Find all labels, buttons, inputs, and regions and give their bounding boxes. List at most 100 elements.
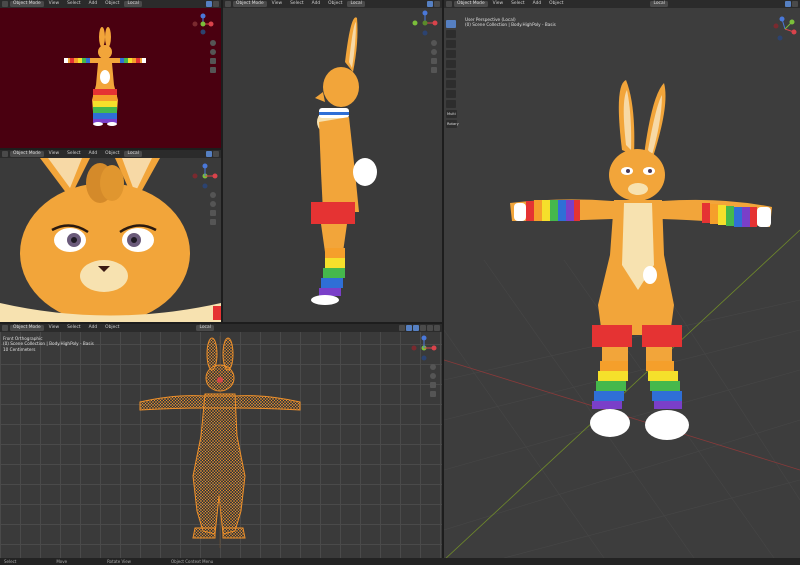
viewport-mid-left[interactable]: Object Mode View Select Add Object Local: [0, 150, 221, 322]
mode-select[interactable]: Object Mode: [10, 325, 44, 331]
status-context-menu-hint: Object Context Menu: [170, 559, 214, 564]
grid-icon[interactable]: [210, 67, 216, 73]
menu-add[interactable]: Add: [309, 0, 324, 8]
orientation-select[interactable]: Local: [347, 1, 365, 7]
editor-type-icon[interactable]: [2, 1, 8, 7]
viewport-top-left[interactable]: Object Mode View Select Add Object Local: [0, 0, 221, 148]
editor-type-icon[interactable]: [225, 1, 231, 7]
menu-select[interactable]: Select: [64, 324, 84, 332]
viewport-header: Object Mode View Select Add Object Local: [223, 0, 442, 8]
camera-icon[interactable]: [210, 210, 216, 216]
axis-gizmo[interactable]: [191, 162, 219, 190]
viewport-header: Object Mode View Select Add Object Local: [444, 0, 800, 8]
zoom-icon[interactable]: [431, 40, 437, 46]
navigation-controls: [431, 40, 437, 73]
character-front-small: [64, 27, 146, 126]
camera-icon[interactable]: [430, 382, 436, 388]
viewport-info: User Perspective (Local) (0) Scene Colle…: [465, 17, 556, 28]
axis-gizmo[interactable]: [772, 16, 798, 42]
annotate-tool-icon[interactable]: [446, 80, 456, 88]
menu-select[interactable]: Select: [64, 0, 84, 8]
shading-solid-icon[interactable]: [427, 1, 433, 7]
menu-view[interactable]: View: [269, 0, 285, 8]
mode-select[interactable]: Object Mode: [454, 1, 488, 7]
menu-add[interactable]: Add: [86, 0, 101, 8]
shading-solid-icon[interactable]: [206, 151, 212, 157]
xray-icon[interactable]: [406, 325, 412, 331]
grid-icon[interactable]: [431, 67, 437, 73]
shading-solid-icon[interactable]: [206, 1, 212, 7]
menu-object[interactable]: Object: [102, 0, 122, 8]
pan-hand-icon[interactable]: [210, 49, 216, 55]
navigation-controls: [210, 192, 216, 225]
orientation-select[interactable]: Local: [124, 1, 142, 7]
viewport-right[interactable]: Object Mode View Select Add Object Local…: [444, 0, 800, 558]
move-tool-icon[interactable]: [446, 40, 456, 48]
grid-scale-label: 10 Centimeters: [3, 346, 36, 352]
axis-gizmo[interactable]: [411, 10, 439, 36]
menu-object[interactable]: Object: [325, 0, 345, 8]
camera-icon[interactable]: [210, 58, 216, 64]
shading-material-icon[interactable]: [427, 325, 433, 331]
editor-type-icon[interactable]: [2, 151, 8, 157]
menu-object[interactable]: Object: [102, 324, 122, 332]
shading-solid-icon[interactable]: [785, 1, 791, 7]
zoom-icon[interactable]: [430, 364, 436, 370]
shading-solid-icon[interactable]: [420, 325, 426, 331]
viewport-header: Object Mode View Select Add Object Local: [0, 150, 221, 158]
menu-add[interactable]: Add: [530, 0, 545, 8]
multi-tool-button[interactable]: Multi: [446, 110, 457, 118]
shading-material-icon[interactable]: [213, 1, 219, 7]
pan-hand-icon[interactable]: [431, 49, 437, 55]
cursor-tool-icon[interactable]: [446, 30, 456, 38]
menu-object[interactable]: Object: [102, 150, 122, 158]
pan-hand-icon[interactable]: [430, 373, 436, 379]
rotary-tool-button[interactable]: Rotary: [446, 120, 459, 128]
mode-select[interactable]: Object Mode: [233, 1, 267, 7]
menu-view[interactable]: View: [46, 150, 62, 158]
measure-tool-icon[interactable]: [446, 90, 456, 98]
mode-select[interactable]: Object Mode: [10, 1, 44, 7]
menu-select[interactable]: Select: [287, 0, 307, 8]
axis-gizmo[interactable]: [410, 334, 438, 362]
overlay-icon[interactable]: [399, 325, 405, 331]
orientation-select[interactable]: Local: [196, 325, 214, 331]
mode-select[interactable]: Object Mode: [10, 151, 44, 157]
zoom-icon[interactable]: [210, 40, 216, 46]
select-box-tool-icon[interactable]: [446, 20, 456, 28]
axis-gizmo[interactable]: [191, 12, 215, 36]
shading-material-icon[interactable]: [792, 1, 798, 7]
editor-type-icon[interactable]: [2, 325, 8, 331]
shading-wire-icon[interactable]: [413, 325, 419, 331]
menu-add[interactable]: Add: [86, 324, 101, 332]
menu-object[interactable]: Object: [546, 0, 566, 8]
orientation-select[interactable]: Local: [650, 1, 668, 7]
camera-icon[interactable]: [431, 58, 437, 64]
grid-icon[interactable]: [210, 219, 216, 225]
viewport-header: Object Mode View Select Add Object Local: [0, 324, 442, 332]
editor-type-icon[interactable]: [446, 1, 452, 7]
menu-select[interactable]: Select: [508, 0, 528, 8]
character-face-closeup: [0, 158, 221, 322]
pan-hand-icon[interactable]: [210, 201, 216, 207]
shading-material-icon[interactable]: [434, 1, 440, 7]
orientation-select[interactable]: Local: [124, 151, 142, 157]
shading-material-icon[interactable]: [213, 151, 219, 157]
menu-view[interactable]: View: [46, 0, 62, 8]
toolbar: Multi Rotary: [446, 20, 459, 128]
scene-collection-label: (0) Scene Collection | Body.HighPoly - B…: [465, 22, 556, 28]
rotate-tool-icon[interactable]: [446, 50, 456, 58]
menu-select[interactable]: Select: [64, 150, 84, 158]
zoom-icon[interactable]: [210, 192, 216, 198]
viewport-center[interactable]: Object Mode View Select Add Object Local: [223, 0, 442, 322]
menu-add[interactable]: Add: [86, 150, 101, 158]
menu-view[interactable]: View: [490, 0, 506, 8]
add-cube-tool-icon[interactable]: [446, 100, 456, 108]
shading-render-icon[interactable]: [434, 325, 440, 331]
status-move-hint: Move: [56, 559, 68, 564]
transform-tool-icon[interactable]: [446, 70, 456, 78]
scale-tool-icon[interactable]: [446, 60, 456, 68]
menu-view[interactable]: View: [46, 324, 62, 332]
viewport-bottom[interactable]: Object Mode View Select Add Object Local…: [0, 324, 442, 558]
grid-icon[interactable]: [430, 391, 436, 397]
